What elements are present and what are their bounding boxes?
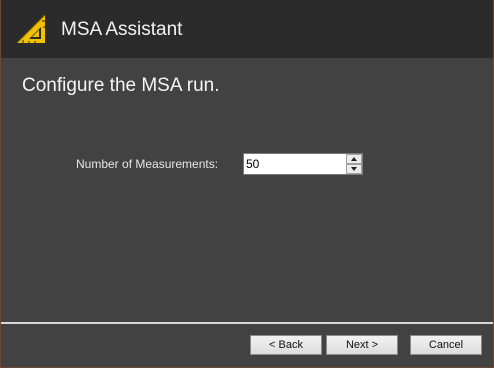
page-heading: Configure the MSA run.	[22, 75, 220, 96]
next-button[interactable]: Next >	[326, 335, 398, 355]
back-button[interactable]: < Back	[250, 335, 322, 355]
window-title: MSA Assistant	[61, 19, 183, 40]
stepper-buttons	[346, 154, 362, 174]
title-bar: MSA Assistant	[1, 0, 493, 58]
measurements-stepper[interactable]	[243, 153, 363, 175]
measurements-input[interactable]	[244, 154, 346, 174]
increment-button[interactable]	[346, 154, 362, 164]
msa-assistant-window: MSA Assistant Configure the MSA run. Num…	[0, 0, 494, 368]
cancel-button[interactable]: Cancel	[410, 335, 482, 355]
measurements-label: Number of Measurements:	[76, 157, 219, 171]
triangle-ruler-icon	[15, 13, 47, 45]
arrow-down-icon	[351, 167, 357, 171]
decrement-button[interactable]	[346, 164, 362, 174]
footer-separator	[1, 322, 493, 324]
arrow-up-icon	[351, 157, 357, 161]
